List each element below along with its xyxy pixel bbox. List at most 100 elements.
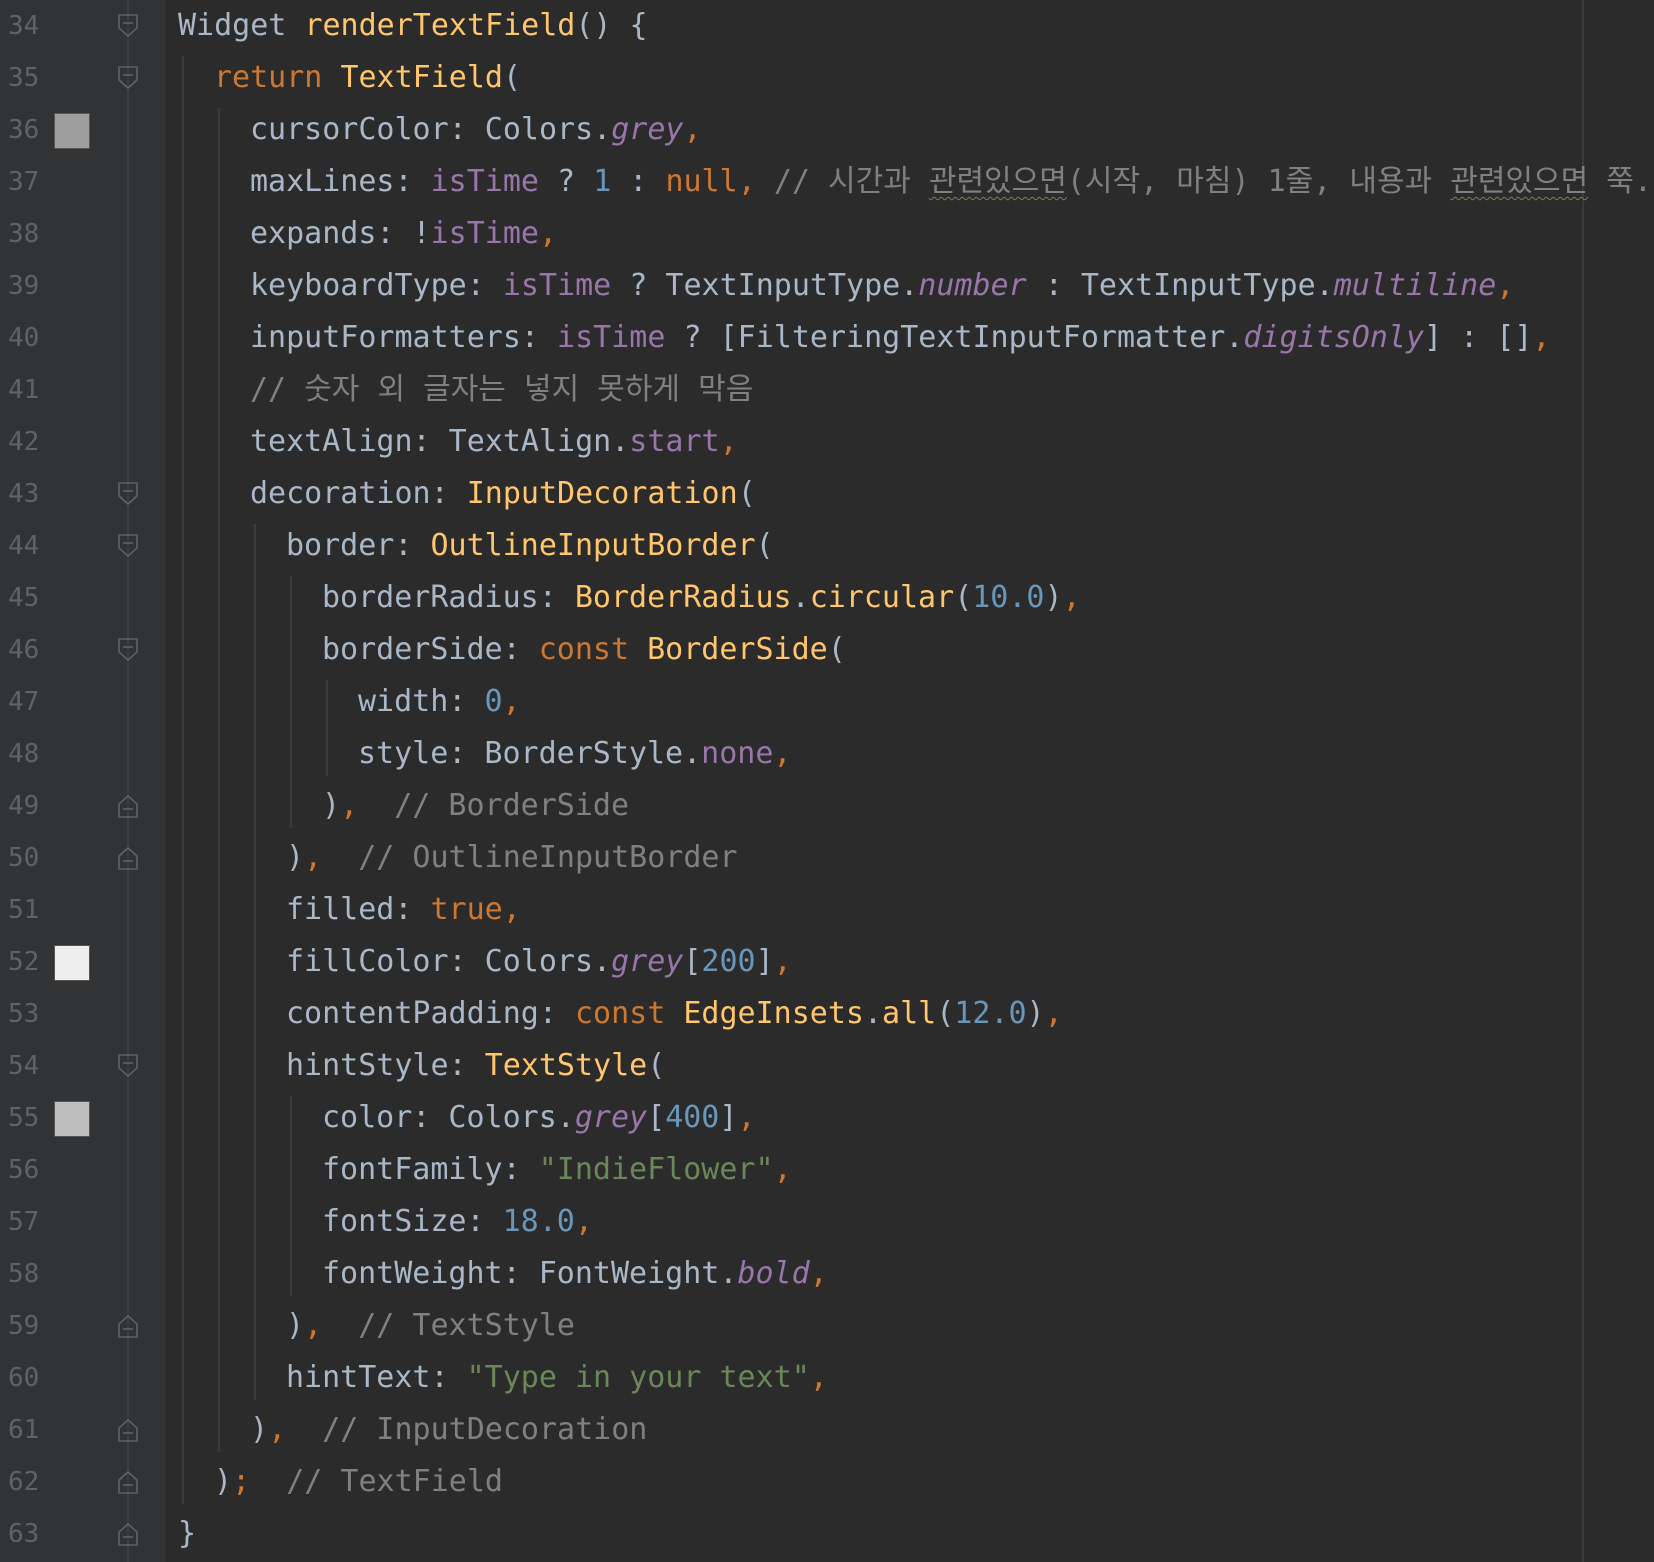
code-editor[interactable]: 34 Widget renderTextField() { 35 return Tex… xyxy=(0,0,1654,1562)
code-line[interactable]: 34 Widget renderTextField() { xyxy=(0,0,1654,52)
code-text[interactable]: fontWeight: FontWeight.bold, xyxy=(322,1248,828,1300)
line-number[interactable]: 54 xyxy=(8,1040,39,1092)
fold-close-icon[interactable] xyxy=(117,845,139,871)
line-number[interactable]: 37 xyxy=(8,156,39,208)
code-text[interactable]: } xyxy=(178,1508,196,1560)
code-line[interactable]: 51 filled: true, xyxy=(0,884,1654,936)
code-text[interactable]: fontFamily: "IndieFlower", xyxy=(322,1144,792,1196)
code-line[interactable]: 42 textAlign: TextAlign.start, xyxy=(0,416,1654,468)
code-line[interactable]: 38 expands: !isTime, xyxy=(0,208,1654,260)
line-number[interactable]: 45 xyxy=(8,572,39,624)
code-line[interactable]: 56 fontFamily: "IndieFlower", xyxy=(0,1144,1654,1196)
line-number[interactable]: 57 xyxy=(8,1196,39,1248)
code-text[interactable]: ); // TextField xyxy=(214,1456,503,1508)
code-line[interactable]: 39 keyboardType: isTime ? TextInputType.n… xyxy=(0,260,1654,312)
code-text[interactable]: borderSide: const BorderSide( xyxy=(322,624,846,676)
line-number[interactable]: 34 xyxy=(8,0,39,52)
code-text[interactable]: fontSize: 18.0, xyxy=(322,1196,593,1248)
line-number[interactable]: 61 xyxy=(8,1404,39,1456)
color-swatch-icon[interactable] xyxy=(54,1101,90,1137)
code-line[interactable]: 61 ), // InputDecoration xyxy=(0,1404,1654,1456)
line-number[interactable]: 59 xyxy=(8,1300,39,1352)
code-text[interactable]: hintStyle: TextStyle( xyxy=(286,1040,665,1092)
line-number[interactable]: 39 xyxy=(8,260,39,312)
line-number[interactable]: 35 xyxy=(8,52,39,104)
code-text[interactable]: maxLines: isTime ? 1 : null, // 시간과 관련있으… xyxy=(250,156,1654,208)
code-text[interactable]: expands: !isTime, xyxy=(250,208,557,260)
line-number[interactable]: 60 xyxy=(8,1352,39,1404)
code-line[interactable]: 47 width: 0, xyxy=(0,676,1654,728)
line-number[interactable]: 52 xyxy=(8,936,39,988)
line-number[interactable]: 41 xyxy=(8,364,39,416)
code-text[interactable]: inputFormatters: isTime ? [FilteringText… xyxy=(250,312,1550,364)
code-line[interactable]: 50 ), // OutlineInputBorder xyxy=(0,832,1654,884)
code-text[interactable]: cursorColor: Colors.grey, xyxy=(250,104,702,156)
code-text[interactable]: textAlign: TextAlign.start, xyxy=(250,416,738,468)
fold-close-icon[interactable] xyxy=(117,1521,139,1547)
color-swatch-icon[interactable] xyxy=(54,945,90,981)
fold-open-icon[interactable] xyxy=(117,481,139,507)
line-number[interactable]: 36 xyxy=(8,104,39,156)
line-number[interactable]: 46 xyxy=(8,624,39,676)
line-number[interactable]: 42 xyxy=(8,416,39,468)
code-line[interactable]: 37 maxLines: isTime ? 1 : null, // 시간과 관련… xyxy=(0,156,1654,208)
code-line[interactable]: 58 fontWeight: FontWeight.bold, xyxy=(0,1248,1654,1300)
code-line[interactable]: 45 borderRadius: BorderRadius.circular(10… xyxy=(0,572,1654,624)
line-number[interactable]: 55 xyxy=(8,1092,39,1144)
code-line[interactable]: 46 borderSide: const BorderSide( xyxy=(0,624,1654,676)
code-text[interactable]: ), // TextStyle xyxy=(286,1300,575,1352)
line-number[interactable]: 50 xyxy=(8,832,39,884)
code-text[interactable]: fillColor: Colors.grey[200], xyxy=(286,936,792,988)
code-line[interactable]: 44 border: OutlineInputBorder( xyxy=(0,520,1654,572)
line-number[interactable]: 58 xyxy=(8,1248,39,1300)
code-text[interactable]: return TextField( xyxy=(214,52,521,104)
fold-open-icon[interactable] xyxy=(117,637,139,663)
code-text[interactable]: decoration: InputDecoration( xyxy=(250,468,756,520)
line-number[interactable]: 49 xyxy=(8,780,39,832)
fold-close-icon[interactable] xyxy=(117,1469,139,1495)
line-number[interactable]: 48 xyxy=(8,728,39,780)
code-text[interactable]: // 숫자 외 글자는 넣지 못하게 막음 xyxy=(250,364,753,416)
code-line[interactable]: 41 // 숫자 외 글자는 넣지 못하게 막음 xyxy=(0,364,1654,416)
code-line[interactable]: 40 inputFormatters: isTime ? [FilteringTe… xyxy=(0,312,1654,364)
code-line[interactable]: 49 ), // BorderSide xyxy=(0,780,1654,832)
code-text[interactable]: contentPadding: const EdgeInsets.all(12.… xyxy=(286,988,1063,1040)
code-line[interactable]: 43 decoration: InputDecoration( xyxy=(0,468,1654,520)
line-number[interactable]: 40 xyxy=(8,312,39,364)
color-swatch-icon[interactable] xyxy=(54,113,90,149)
code-line[interactable]: 62); // TextField xyxy=(0,1456,1654,1508)
fold-close-icon[interactable] xyxy=(117,1417,139,1443)
code-line[interactable]: 54 hintStyle: TextStyle( xyxy=(0,1040,1654,1092)
code-text[interactable]: hintText: "Type in your text", xyxy=(286,1352,828,1404)
code-text[interactable]: ), // BorderSide xyxy=(322,780,629,832)
code-text[interactable]: Widget renderTextField() { xyxy=(178,0,648,52)
fold-open-icon[interactable] xyxy=(117,65,139,91)
line-number[interactable]: 47 xyxy=(8,676,39,728)
fold-close-icon[interactable] xyxy=(117,793,139,819)
code-line[interactable]: 55 color: Colors.grey[400], xyxy=(0,1092,1654,1144)
code-line[interactable]: 52 fillColor: Colors.grey[200], xyxy=(0,936,1654,988)
code-text[interactable]: filled: true, xyxy=(286,884,521,936)
code-line[interactable]: 35 return TextField( xyxy=(0,52,1654,104)
line-number[interactable]: 63 xyxy=(8,1508,39,1560)
code-line[interactable]: 48 style: BorderStyle.none, xyxy=(0,728,1654,780)
fold-open-icon[interactable] xyxy=(117,13,139,39)
code-text[interactable]: width: 0, xyxy=(358,676,521,728)
fold-open-icon[interactable] xyxy=(117,1053,139,1079)
line-number[interactable]: 44 xyxy=(8,520,39,572)
code-line[interactable]: 60 hintText: "Type in your text", xyxy=(0,1352,1654,1404)
code-text[interactable]: borderRadius: BorderRadius.circular(10.0… xyxy=(322,572,1081,624)
line-number[interactable]: 56 xyxy=(8,1144,39,1196)
line-number[interactable]: 53 xyxy=(8,988,39,1040)
code-text[interactable]: ), // InputDecoration xyxy=(250,1404,647,1456)
code-text[interactable]: color: Colors.grey[400], xyxy=(322,1092,756,1144)
code-line[interactable]: 57 fontSize: 18.0, xyxy=(0,1196,1654,1248)
code-text[interactable]: ), // OutlineInputBorder xyxy=(286,832,738,884)
line-number[interactable]: 43 xyxy=(8,468,39,520)
fold-open-icon[interactable] xyxy=(117,533,139,559)
fold-close-icon[interactable] xyxy=(117,1313,139,1339)
code-text[interactable]: style: BorderStyle.none, xyxy=(358,728,791,780)
line-number[interactable]: 51 xyxy=(8,884,39,936)
code-line[interactable]: 59 ), // TextStyle xyxy=(0,1300,1654,1352)
line-number[interactable]: 38 xyxy=(8,208,39,260)
